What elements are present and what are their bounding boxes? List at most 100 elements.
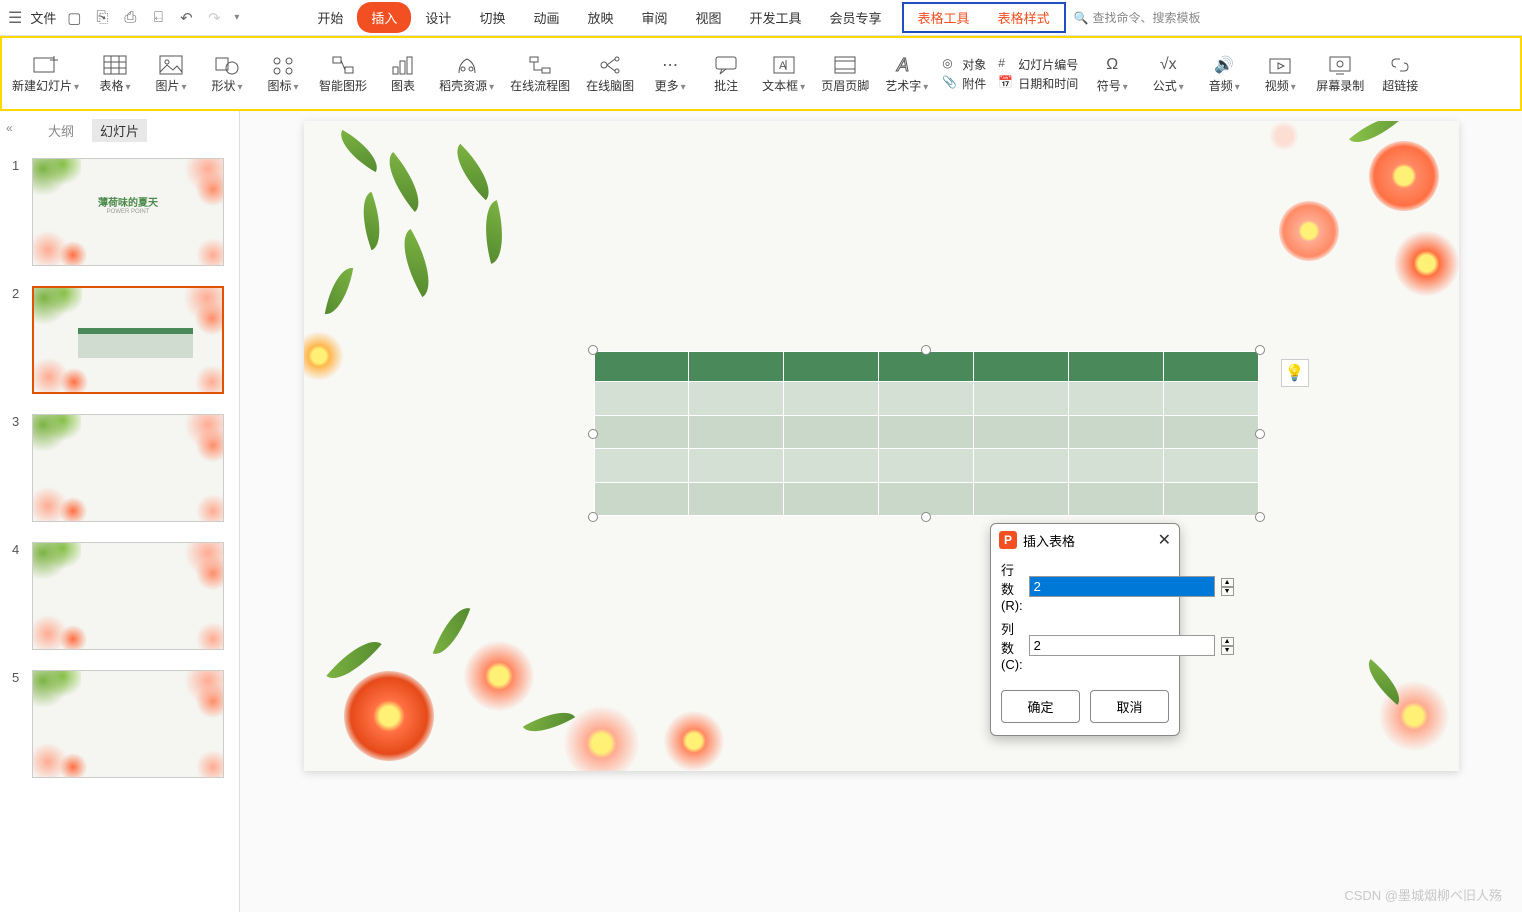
search-icon: 🔍 bbox=[1074, 11, 1089, 25]
cols-up-icon[interactable]: ▲ bbox=[1221, 637, 1234, 646]
new-slide-button[interactable]: 新建幻灯片▾ bbox=[6, 51, 85, 96]
file-menu[interactable]: 文件 bbox=[30, 8, 56, 27]
insert-table-dialog: P 插入表格 ✕ 行数(R): ▲▼ 列数(C): ▲▼ 确定 取消 bbox=[990, 523, 1180, 736]
tab-slideshow[interactable]: 放映 bbox=[573, 2, 627, 33]
slide-thumb-4[interactable] bbox=[32, 542, 224, 650]
textbox-icon: A bbox=[770, 53, 798, 77]
picture-button[interactable]: 图片▾ bbox=[145, 51, 197, 96]
tab-home[interactable]: 开始 bbox=[303, 2, 357, 33]
cancel-button[interactable]: 取消 bbox=[1090, 690, 1169, 723]
tab-table-tools[interactable]: 表格工具 bbox=[904, 4, 984, 31]
mindmap-button[interactable]: 在线脑图 bbox=[580, 51, 640, 96]
resize-handle[interactable] bbox=[588, 345, 598, 355]
header-footer-button[interactable]: 页眉页脚 bbox=[815, 51, 875, 96]
tab-insert[interactable]: 插入 bbox=[357, 2, 411, 33]
tab-design[interactable]: 设计 bbox=[411, 2, 465, 33]
rows-up-icon[interactable]: ▲ bbox=[1221, 578, 1234, 587]
more-icon: ⋯ bbox=[656, 53, 684, 77]
shapes-button[interactable]: 形状▾ bbox=[201, 51, 253, 96]
chart-button[interactable]: 图表 bbox=[377, 51, 429, 96]
decoration-bottom-right bbox=[1279, 611, 1459, 771]
smart-tip-icon[interactable]: 💡 bbox=[1281, 359, 1309, 387]
resize-handle[interactable] bbox=[588, 512, 598, 522]
resize-handle[interactable] bbox=[921, 512, 931, 522]
smartart-button[interactable]: 智能图形 bbox=[313, 51, 373, 96]
print-icon[interactable]: ⎙ bbox=[120, 8, 140, 28]
search-placeholder: 查找命令、搜索模板 bbox=[1093, 9, 1201, 26]
icons-button[interactable]: 图标▾ bbox=[257, 51, 309, 96]
app-icon: P bbox=[999, 531, 1017, 549]
more-button[interactable]: ⋯更多▾ bbox=[644, 51, 696, 96]
hyperlink-icon bbox=[1386, 53, 1414, 77]
tab-table-style[interactable]: 表格样式 bbox=[984, 4, 1064, 31]
slides-view-tab[interactable]: 幻灯片 bbox=[92, 119, 147, 142]
thumb-number: 3 bbox=[12, 414, 24, 522]
wordart-button[interactable]: A艺术字▾ bbox=[879, 51, 934, 96]
slide-thumb-3[interactable] bbox=[32, 414, 224, 522]
datetime-icon: 📅 bbox=[998, 75, 1014, 91]
video-button[interactable]: 视频▾ bbox=[1254, 51, 1306, 96]
symbol-button[interactable]: Ω符号▾ bbox=[1086, 51, 1138, 96]
search-box[interactable]: 🔍 查找命令、搜索模板 bbox=[1074, 9, 1201, 26]
slide-canvas-area[interactable]: 💡 P 插入表格 ✕ 行数(R): ▲▼ 列数(C): ▲▼ bbox=[240, 111, 1522, 912]
cols-down-icon[interactable]: ▼ bbox=[1221, 646, 1234, 655]
save-icon[interactable]: ▢ bbox=[64, 8, 84, 28]
inserted-table[interactable] bbox=[594, 351, 1259, 516]
resize-handle[interactable] bbox=[1255, 512, 1265, 522]
resize-handle[interactable] bbox=[1255, 429, 1265, 439]
object-button[interactable]: ◎对象 bbox=[942, 56, 986, 73]
screen-record-button[interactable]: 屏幕录制 bbox=[1310, 51, 1370, 96]
mindmap-icon bbox=[596, 53, 624, 77]
comment-icon bbox=[712, 53, 740, 77]
dialog-title: 插入表格 bbox=[1023, 531, 1152, 550]
thumb-number: 5 bbox=[12, 670, 24, 778]
rows-down-icon[interactable]: ▼ bbox=[1221, 587, 1234, 596]
tab-animations[interactable]: 动画 bbox=[519, 2, 573, 33]
close-icon[interactable]: ✕ bbox=[1158, 530, 1171, 550]
slide-thumb-2[interactable] bbox=[32, 286, 224, 394]
flowchart-icon bbox=[526, 53, 554, 77]
equation-button[interactable]: √x公式▾ bbox=[1142, 51, 1194, 96]
resize-handle[interactable] bbox=[921, 345, 931, 355]
comment-button[interactable]: 批注 bbox=[700, 51, 752, 96]
context-tab-group: 表格工具 表格样式 bbox=[902, 2, 1066, 33]
textbox-button[interactable]: A文本框▾ bbox=[756, 51, 811, 96]
thumb-number: 1 bbox=[12, 158, 24, 266]
icons-icon bbox=[269, 53, 297, 77]
cols-input[interactable] bbox=[1029, 635, 1215, 656]
smartart-icon bbox=[329, 53, 357, 77]
datetime-button[interactable]: 📅日期和时间 bbox=[998, 75, 1078, 92]
export-icon[interactable]: ⎘ bbox=[92, 8, 112, 28]
hyperlink-button[interactable]: 超链接 bbox=[1374, 51, 1426, 96]
wordart-icon: A bbox=[893, 53, 921, 77]
slide-thumb-5[interactable] bbox=[32, 670, 224, 778]
undo-icon[interactable]: ↶ bbox=[176, 8, 196, 28]
slide-panel: « 大纲 幻灯片 1薄荷味的夏天POWER POINT 2 3 4 5 bbox=[0, 111, 240, 912]
print-preview-icon[interactable]: ⍇ bbox=[148, 8, 168, 28]
audio-button[interactable]: 🔊音频▾ bbox=[1198, 51, 1250, 96]
tab-review[interactable]: 审阅 bbox=[627, 2, 681, 33]
rows-input[interactable] bbox=[1029, 576, 1215, 597]
outline-view-tab[interactable]: 大纲 bbox=[40, 119, 82, 142]
new-slide-icon bbox=[32, 53, 60, 77]
slide-number-button[interactable]: #幻灯片编号 bbox=[998, 56, 1078, 73]
resize-handle[interactable] bbox=[1255, 345, 1265, 355]
tab-view[interactable]: 视图 bbox=[682, 2, 736, 33]
attachment-button[interactable]: 📎附件 bbox=[942, 75, 986, 92]
ok-button[interactable]: 确定 bbox=[1001, 690, 1080, 723]
table-button[interactable]: 表格▾ bbox=[89, 51, 141, 96]
chart-icon bbox=[389, 53, 417, 77]
slide-editor[interactable]: 💡 bbox=[304, 121, 1459, 771]
tab-transitions[interactable]: 切换 bbox=[465, 2, 519, 33]
menu-icon[interactable]: ☰ bbox=[8, 8, 22, 28]
redo-icon[interactable]: ↷ bbox=[204, 8, 224, 28]
equation-icon: √x bbox=[1154, 53, 1182, 77]
resize-handle[interactable] bbox=[588, 429, 598, 439]
slide-thumb-1[interactable]: 薄荷味的夏天POWER POINT bbox=[32, 158, 224, 266]
collapse-panel-icon[interactable]: « bbox=[6, 121, 13, 135]
tab-vip[interactable]: 会员专享 bbox=[816, 2, 896, 33]
tab-developer[interactable]: 开发工具 bbox=[736, 2, 816, 33]
qat-dropdown-icon[interactable]: ▾ bbox=[234, 12, 239, 23]
docer-button[interactable]: 稻壳资源▾ bbox=[433, 51, 500, 96]
flowchart-button[interactable]: 在线流程图 bbox=[504, 51, 576, 96]
